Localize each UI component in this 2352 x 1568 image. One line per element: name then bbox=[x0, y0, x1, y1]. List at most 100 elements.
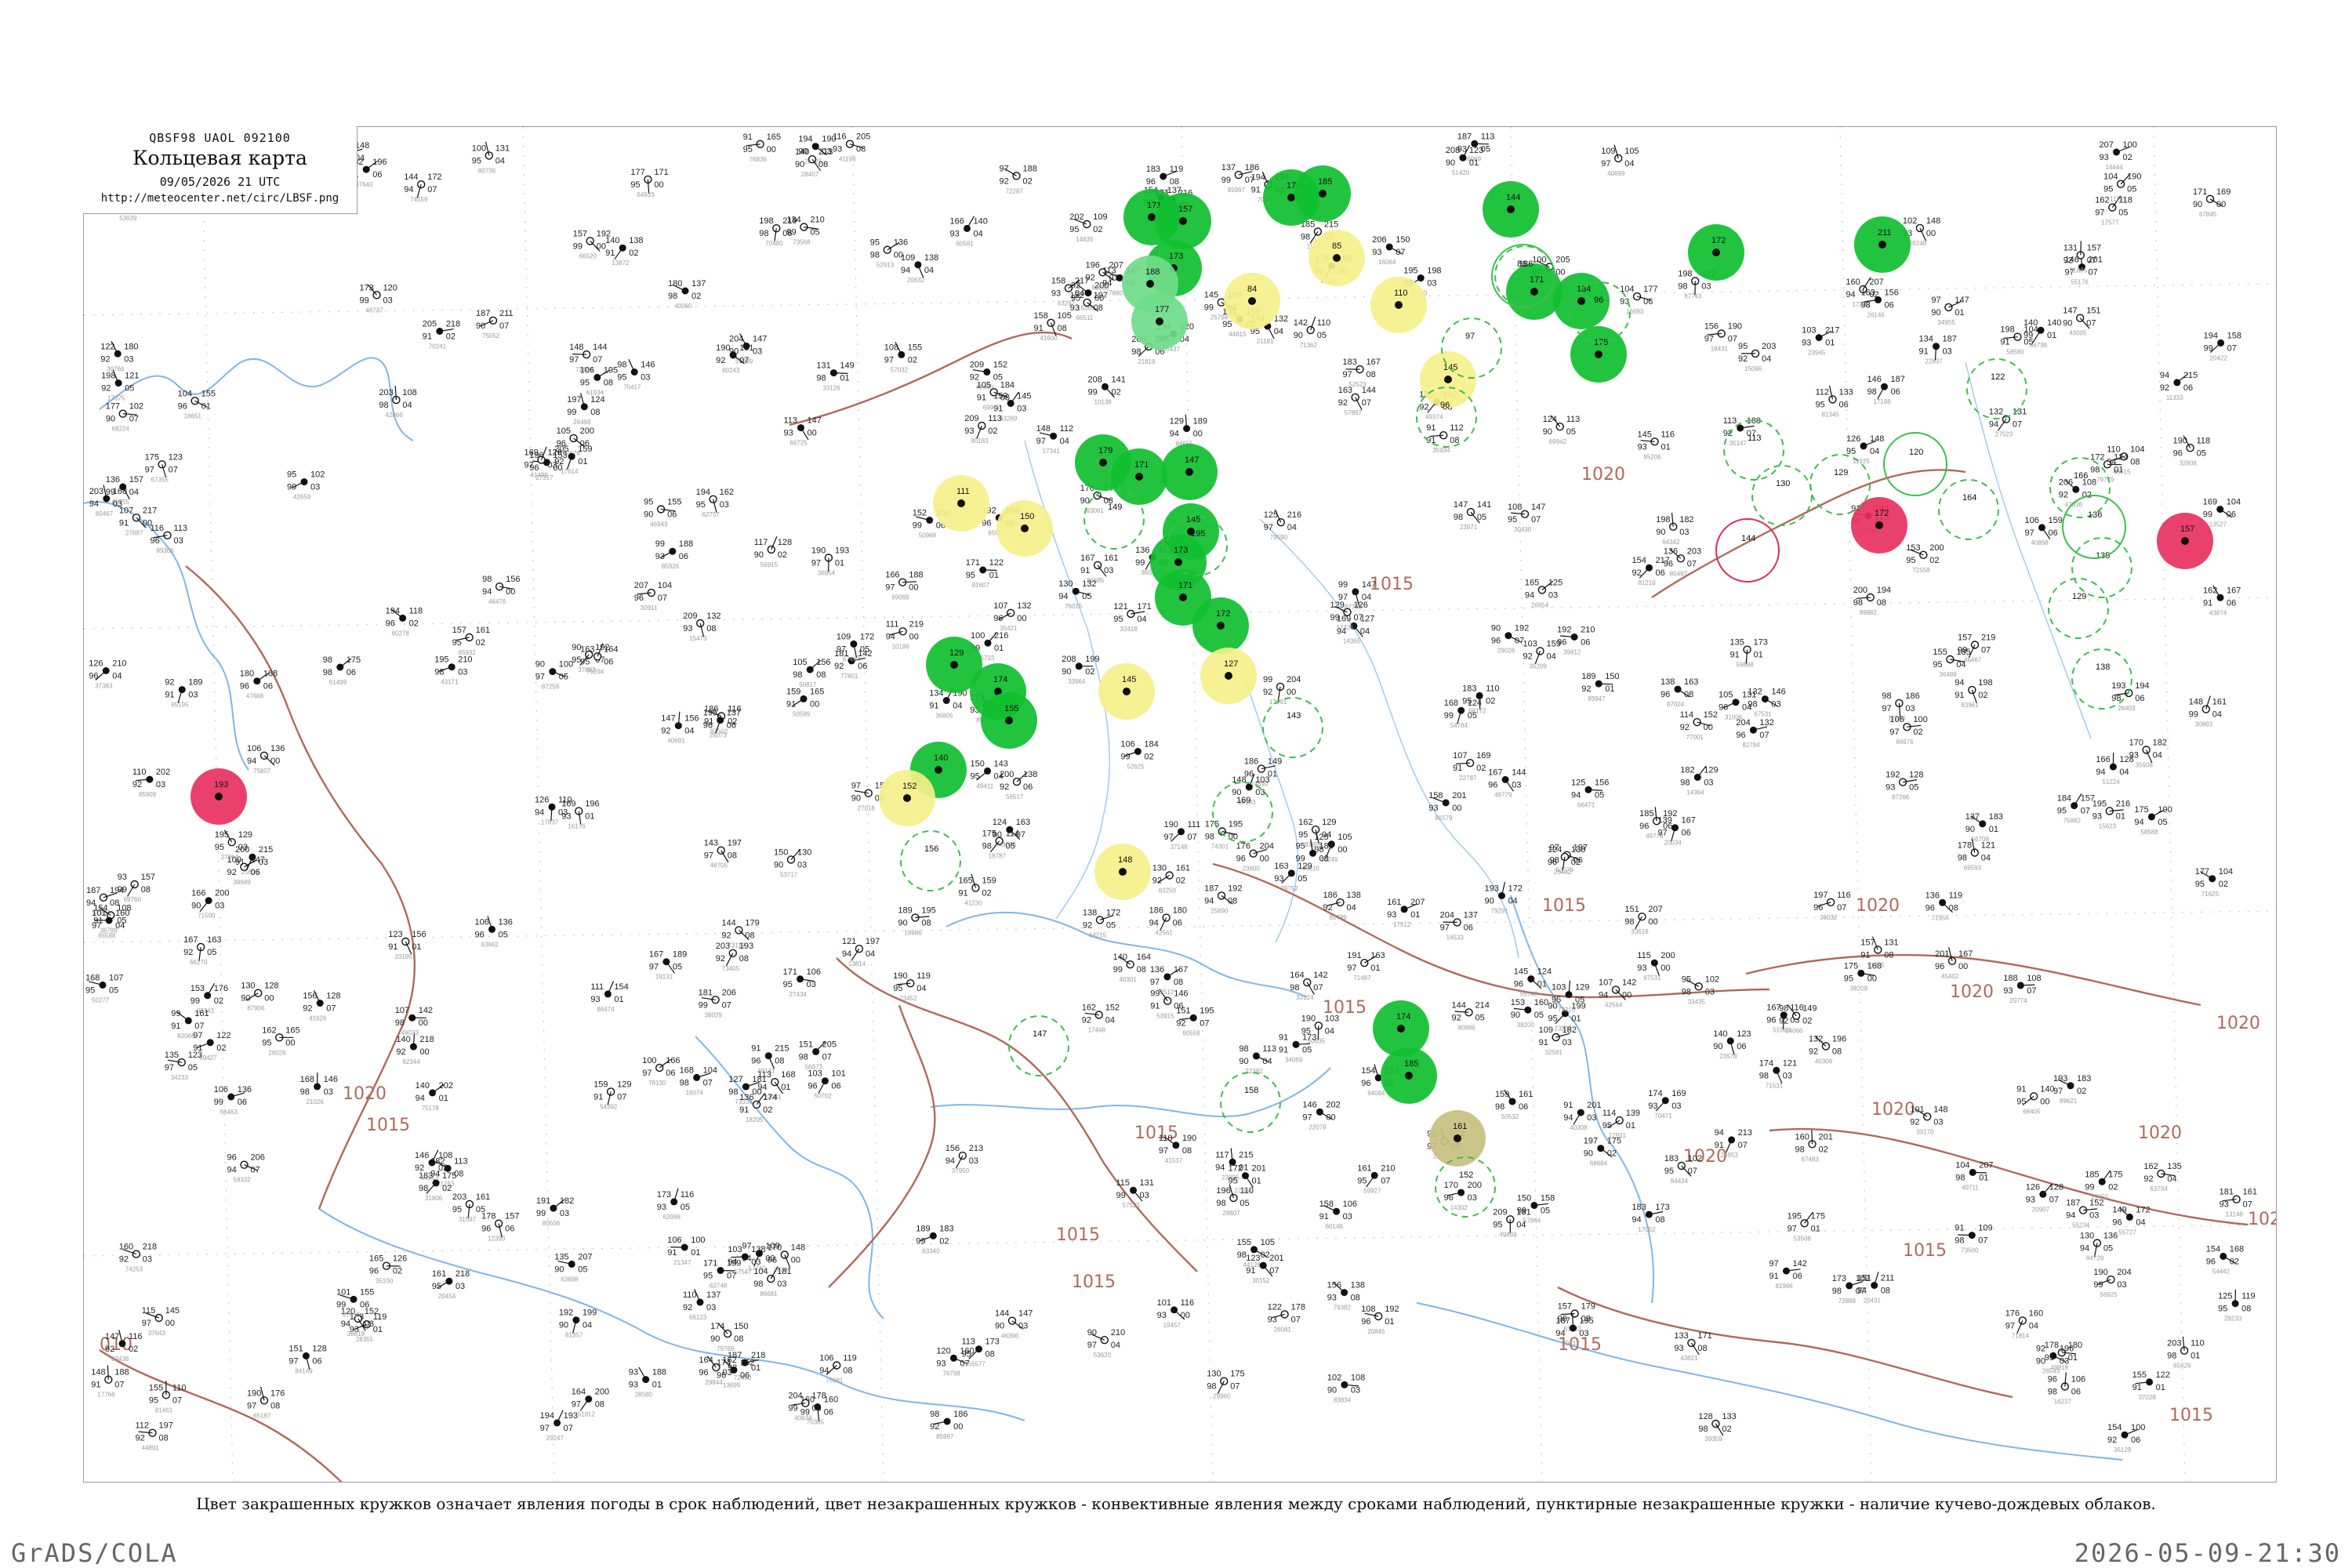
tendency-value: 03 bbox=[310, 483, 320, 492]
temperature-value: 140 bbox=[1113, 953, 1127, 962]
temperature-value: 110 bbox=[1159, 1134, 1173, 1143]
tendency-value: 04 bbox=[2119, 768, 2129, 777]
pressure-value: 121 bbox=[1783, 1058, 1797, 1068]
tendency-value: 07 bbox=[194, 1022, 204, 1031]
temperature-value: 158 bbox=[1319, 1200, 1334, 1209]
station-id: 43821 bbox=[1680, 1355, 1698, 1362]
station-id: 70480 bbox=[765, 240, 783, 247]
temperature-value: 92 bbox=[2036, 1344, 2045, 1353]
temperature-value: 122 bbox=[100, 342, 114, 351]
dewpoint-value: 98 bbox=[668, 292, 677, 301]
station-plot: 102 10890 0383834 bbox=[1327, 1373, 1365, 1403]
station-plot: 166 14093 0460581 bbox=[950, 216, 988, 247]
station-plot: 170 20096 0314302 bbox=[1444, 1181, 1482, 1211]
pressure-value: 136 bbox=[894, 238, 908, 248]
station-id: 60558 bbox=[1182, 1029, 1200, 1036]
tendency-value: 03 bbox=[753, 347, 762, 356]
station-id: 58588 bbox=[2140, 829, 2158, 836]
station-id: 56925 bbox=[2100, 1291, 2118, 1298]
dewpoint-value: 90 bbox=[644, 510, 653, 520]
coastline-south-east bbox=[1416, 1302, 2123, 1461]
filled-weather-marker: 175 bbox=[1570, 326, 1627, 383]
temperature-value: 97 bbox=[1769, 1259, 1779, 1269]
station-plot: 154 10092 0636129 bbox=[2107, 1423, 2145, 1454]
dewpoint-value: 90 bbox=[1327, 1385, 1337, 1395]
pressure-value: 102 bbox=[1705, 975, 1719, 984]
tendency-value: 08 bbox=[856, 145, 866, 154]
isobar-label: 1020 bbox=[2216, 1014, 2260, 1033]
tendency-value: 06 bbox=[666, 1069, 675, 1078]
dewpoint-value: 91 bbox=[1715, 1141, 1724, 1150]
temperature-value: 94 bbox=[2160, 371, 2169, 380]
temperature-value: 99 bbox=[1263, 675, 1272, 684]
dewpoint-value: 95 bbox=[2103, 185, 2113, 194]
temperature-value: 153 bbox=[191, 984, 205, 993]
pressure-value: 102 bbox=[1856, 1274, 1870, 1283]
dewpoint-value: 98 bbox=[1682, 987, 1691, 996]
isobar-label: 1015 bbox=[1370, 575, 1414, 594]
dewpoint-value: 96 bbox=[703, 721, 713, 731]
station-id: 22837 bbox=[1926, 358, 1944, 365]
source-url[interactable]: http://meteocenter.net/circ/LBSF.png bbox=[83, 192, 357, 205]
pressure-value: 201 bbox=[1452, 791, 1466, 800]
station-plot: 101 14892 0333170 bbox=[1910, 1105, 1947, 1135]
temperature-value: 90 bbox=[1087, 1328, 1097, 1338]
temperature-value: 107 bbox=[395, 1006, 409, 1015]
tendency-value: 01 bbox=[1410, 910, 1420, 920]
dewpoint-value: 98 bbox=[870, 251, 880, 260]
station-id: 27523 bbox=[1995, 431, 2013, 438]
station-id: 17341 bbox=[1043, 448, 1061, 455]
station-id: 14302 bbox=[1450, 1204, 1468, 1211]
station-plot: 130 17598 0729960 bbox=[1207, 1370, 1244, 1400]
station-id: 40898 bbox=[2031, 539, 2049, 546]
station-plot: 164 14298 0733124 bbox=[1290, 971, 1327, 1001]
tendency-value: 05 bbox=[1475, 1013, 1485, 1022]
pressure-value: 139 bbox=[1626, 1109, 1640, 1118]
station-id: 27018 bbox=[858, 805, 876, 812]
dewpoint-value: 91 bbox=[2000, 338, 2009, 347]
dewpoint-value: 93 bbox=[1051, 289, 1061, 299]
temperature-value: 195 bbox=[434, 655, 448, 665]
station-id: 73452 bbox=[899, 995, 917, 1002]
dewpoint-value: 90 bbox=[1239, 1057, 1248, 1066]
station-id: 73215 bbox=[1558, 1007, 1576, 1014]
temperature-value: 162 bbox=[262, 1025, 276, 1035]
station-plot: 98 17598 0661499 bbox=[323, 655, 361, 686]
pressure-value: 152 bbox=[740, 1359, 754, 1368]
station-plot: 122 18092 0339766 bbox=[100, 341, 139, 372]
isobar-label: 1020 bbox=[1581, 465, 1625, 485]
dewpoint-value: 97 bbox=[2095, 209, 2104, 218]
station-id: 86681 bbox=[760, 1290, 778, 1298]
pressure-value: 188 bbox=[114, 1368, 129, 1377]
pressure-value: 113 bbox=[988, 414, 1002, 423]
station-id: 63340 bbox=[922, 1247, 940, 1254]
dewpoint-value: 90 bbox=[995, 1322, 1004, 1331]
pressure-value: 165 bbox=[810, 687, 824, 696]
temperature-value: 151 bbox=[1624, 905, 1639, 914]
station-id: 27946 bbox=[1235, 1188, 1253, 1195]
temperature-value: 166 bbox=[191, 889, 205, 898]
station-plot: 187 19294 0825890 bbox=[1204, 884, 1242, 914]
station-plot: 174 12198 0371531 bbox=[1759, 1058, 1797, 1089]
dewpoint-value: 98 bbox=[1207, 1382, 1216, 1392]
pressure-value: 149 bbox=[840, 361, 854, 371]
station-id: 85997 bbox=[936, 1433, 954, 1440]
temperature-value: 125 bbox=[1571, 778, 1585, 787]
station-id: 76836 bbox=[750, 156, 768, 163]
station-plot: 194 16295 0362757 bbox=[696, 488, 734, 518]
temperature-value: 135 bbox=[1730, 638, 1744, 648]
temperature-value: 132 bbox=[1809, 1034, 1823, 1044]
pressure-value: 160 bbox=[960, 1346, 974, 1356]
station-id: 37028 bbox=[2139, 1394, 2157, 1401]
dewpoint-value: 95 bbox=[2195, 880, 2205, 889]
station-plot: 96 10698 0616237 bbox=[2048, 1372, 2085, 1406]
temperature-value: 93 bbox=[118, 873, 127, 882]
station-circle bbox=[2181, 537, 2189, 545]
temperature-value: 93 bbox=[629, 1368, 638, 1377]
station-plot: 209 11393 0280183 bbox=[964, 414, 1002, 445]
station-plot: 188 10893 0729774 bbox=[2003, 974, 2041, 1004]
station-id: 16237 bbox=[2054, 1399, 2072, 1406]
station-plot: 140 12390 0623578 bbox=[1713, 1029, 1751, 1060]
pressure-value: 104 bbox=[2219, 867, 2233, 877]
convective-ring: 144 bbox=[1715, 518, 1780, 583]
